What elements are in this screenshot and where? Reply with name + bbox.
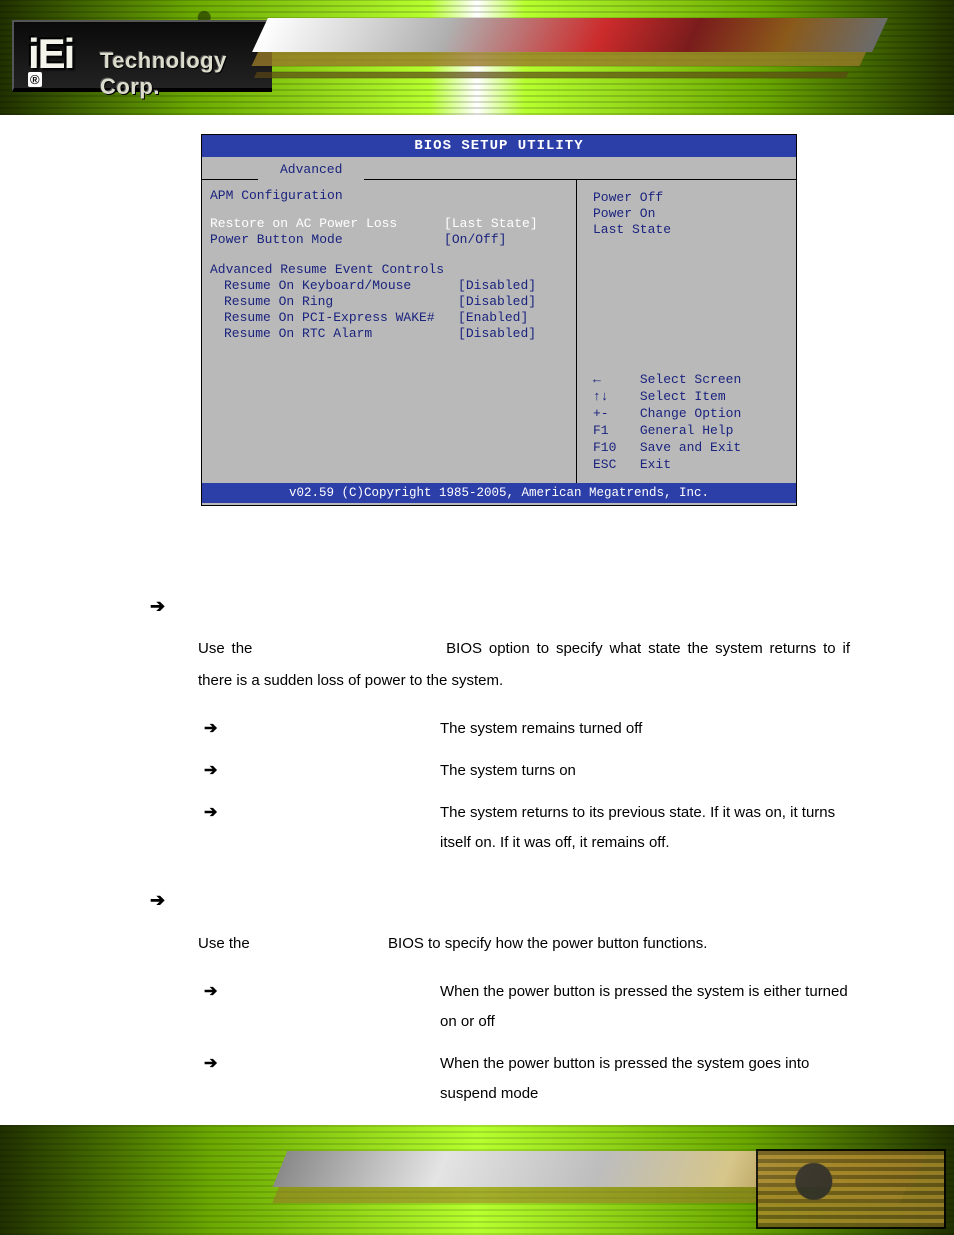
row-resume-ring: Resume On Ring [Disabled] bbox=[210, 294, 568, 310]
row-restore-ac: Restore on AC Power Loss [Last State] bbox=[210, 216, 568, 232]
power-button-options: ➔ When the power button is pressed the s… bbox=[204, 977, 850, 1109]
help-opt-power-off: Power Off bbox=[593, 190, 788, 206]
bios-right-pane: Power Off Power On Last State ← Select S… bbox=[577, 180, 796, 483]
restore-ac-description: Use the BIOS option to specify what stat… bbox=[198, 633, 850, 696]
opt-power-on-desc: The system turns on bbox=[440, 756, 850, 786]
chip-decor bbox=[756, 1149, 946, 1229]
section-arrow-icon: ➔ bbox=[150, 590, 850, 623]
bios-title: BIOS SETUP UTILITY bbox=[202, 135, 796, 157]
bios-key-legend: ← Select Screen ↑↓ Select Item +- Change… bbox=[593, 371, 788, 477]
opt-power-off-desc: The system remains turned off bbox=[440, 714, 850, 744]
header-banner: iEi ® Technology Corp. bbox=[0, 0, 954, 115]
bios-left-pane: APM Configuration Restore on AC Power Lo… bbox=[202, 180, 577, 483]
option-row: ➔ The system returns to its previous sta… bbox=[204, 798, 850, 858]
option-row: ➔ The system remains turned off bbox=[204, 714, 850, 744]
arrow-icon: ➔ bbox=[204, 798, 244, 828]
logo-block: iEi ® Technology Corp. bbox=[12, 20, 272, 92]
opt-onoff-desc: When the power button is pressed the sys… bbox=[440, 977, 850, 1037]
arrow-icon: ➔ bbox=[204, 756, 244, 786]
opt-last-state-desc: The system returns to its previous state… bbox=[440, 798, 850, 858]
power-button-mode-description: Use the BIOS to specify how the power bu… bbox=[198, 928, 850, 960]
help-opt-last-state: Last State bbox=[593, 222, 788, 238]
row-power-button-mode: Power Button Mode [On/Off] bbox=[210, 232, 568, 248]
restore-ac-options: ➔ The system remains turned off ➔ The sy… bbox=[204, 714, 850, 858]
document-body: ➔ Use the BIOS option to specify what st… bbox=[150, 590, 850, 1121]
option-row: ➔ The system turns on bbox=[204, 756, 850, 786]
registered-mark: ® bbox=[28, 72, 42, 87]
row-arec-heading: Advanced Resume Event Controls bbox=[210, 262, 568, 278]
help-opt-power-on: Power On bbox=[593, 206, 788, 222]
option-row: ➔ When the power button is pressed the s… bbox=[204, 977, 850, 1037]
bios-tab-advanced: Advanced bbox=[258, 159, 364, 180]
logo-tagline: Technology Corp. bbox=[100, 48, 272, 100]
section-arrow-icon: ➔ bbox=[150, 884, 850, 917]
bios-screenshot: BIOS SETUP UTILITY Advanced APM Configur… bbox=[202, 135, 796, 505]
footer-banner bbox=[0, 1125, 954, 1235]
arrow-icon: ➔ bbox=[204, 1049, 244, 1079]
option-row: ➔ When the power button is pressed the s… bbox=[204, 1049, 850, 1109]
row-resume-rtc: Resume On RTC Alarm [Disabled] bbox=[210, 326, 568, 342]
arrow-icon: ➔ bbox=[204, 714, 244, 744]
apm-heading: APM Configuration bbox=[210, 188, 568, 204]
row-resume-kbm: Resume On Keyboard/Mouse [Disabled] bbox=[210, 278, 568, 294]
bios-footer: v02.59 (C)Copyright 1985-2005, American … bbox=[202, 483, 796, 503]
bios-tab-bar: Advanced bbox=[202, 157, 796, 179]
arrow-icon: ➔ bbox=[204, 977, 244, 1007]
opt-suspend-desc: When the power button is pressed the sys… bbox=[440, 1049, 850, 1109]
logo-brand: iEi bbox=[28, 30, 73, 78]
row-resume-pcie: Resume On PCI-Express WAKE# [Enabled] bbox=[210, 310, 568, 326]
